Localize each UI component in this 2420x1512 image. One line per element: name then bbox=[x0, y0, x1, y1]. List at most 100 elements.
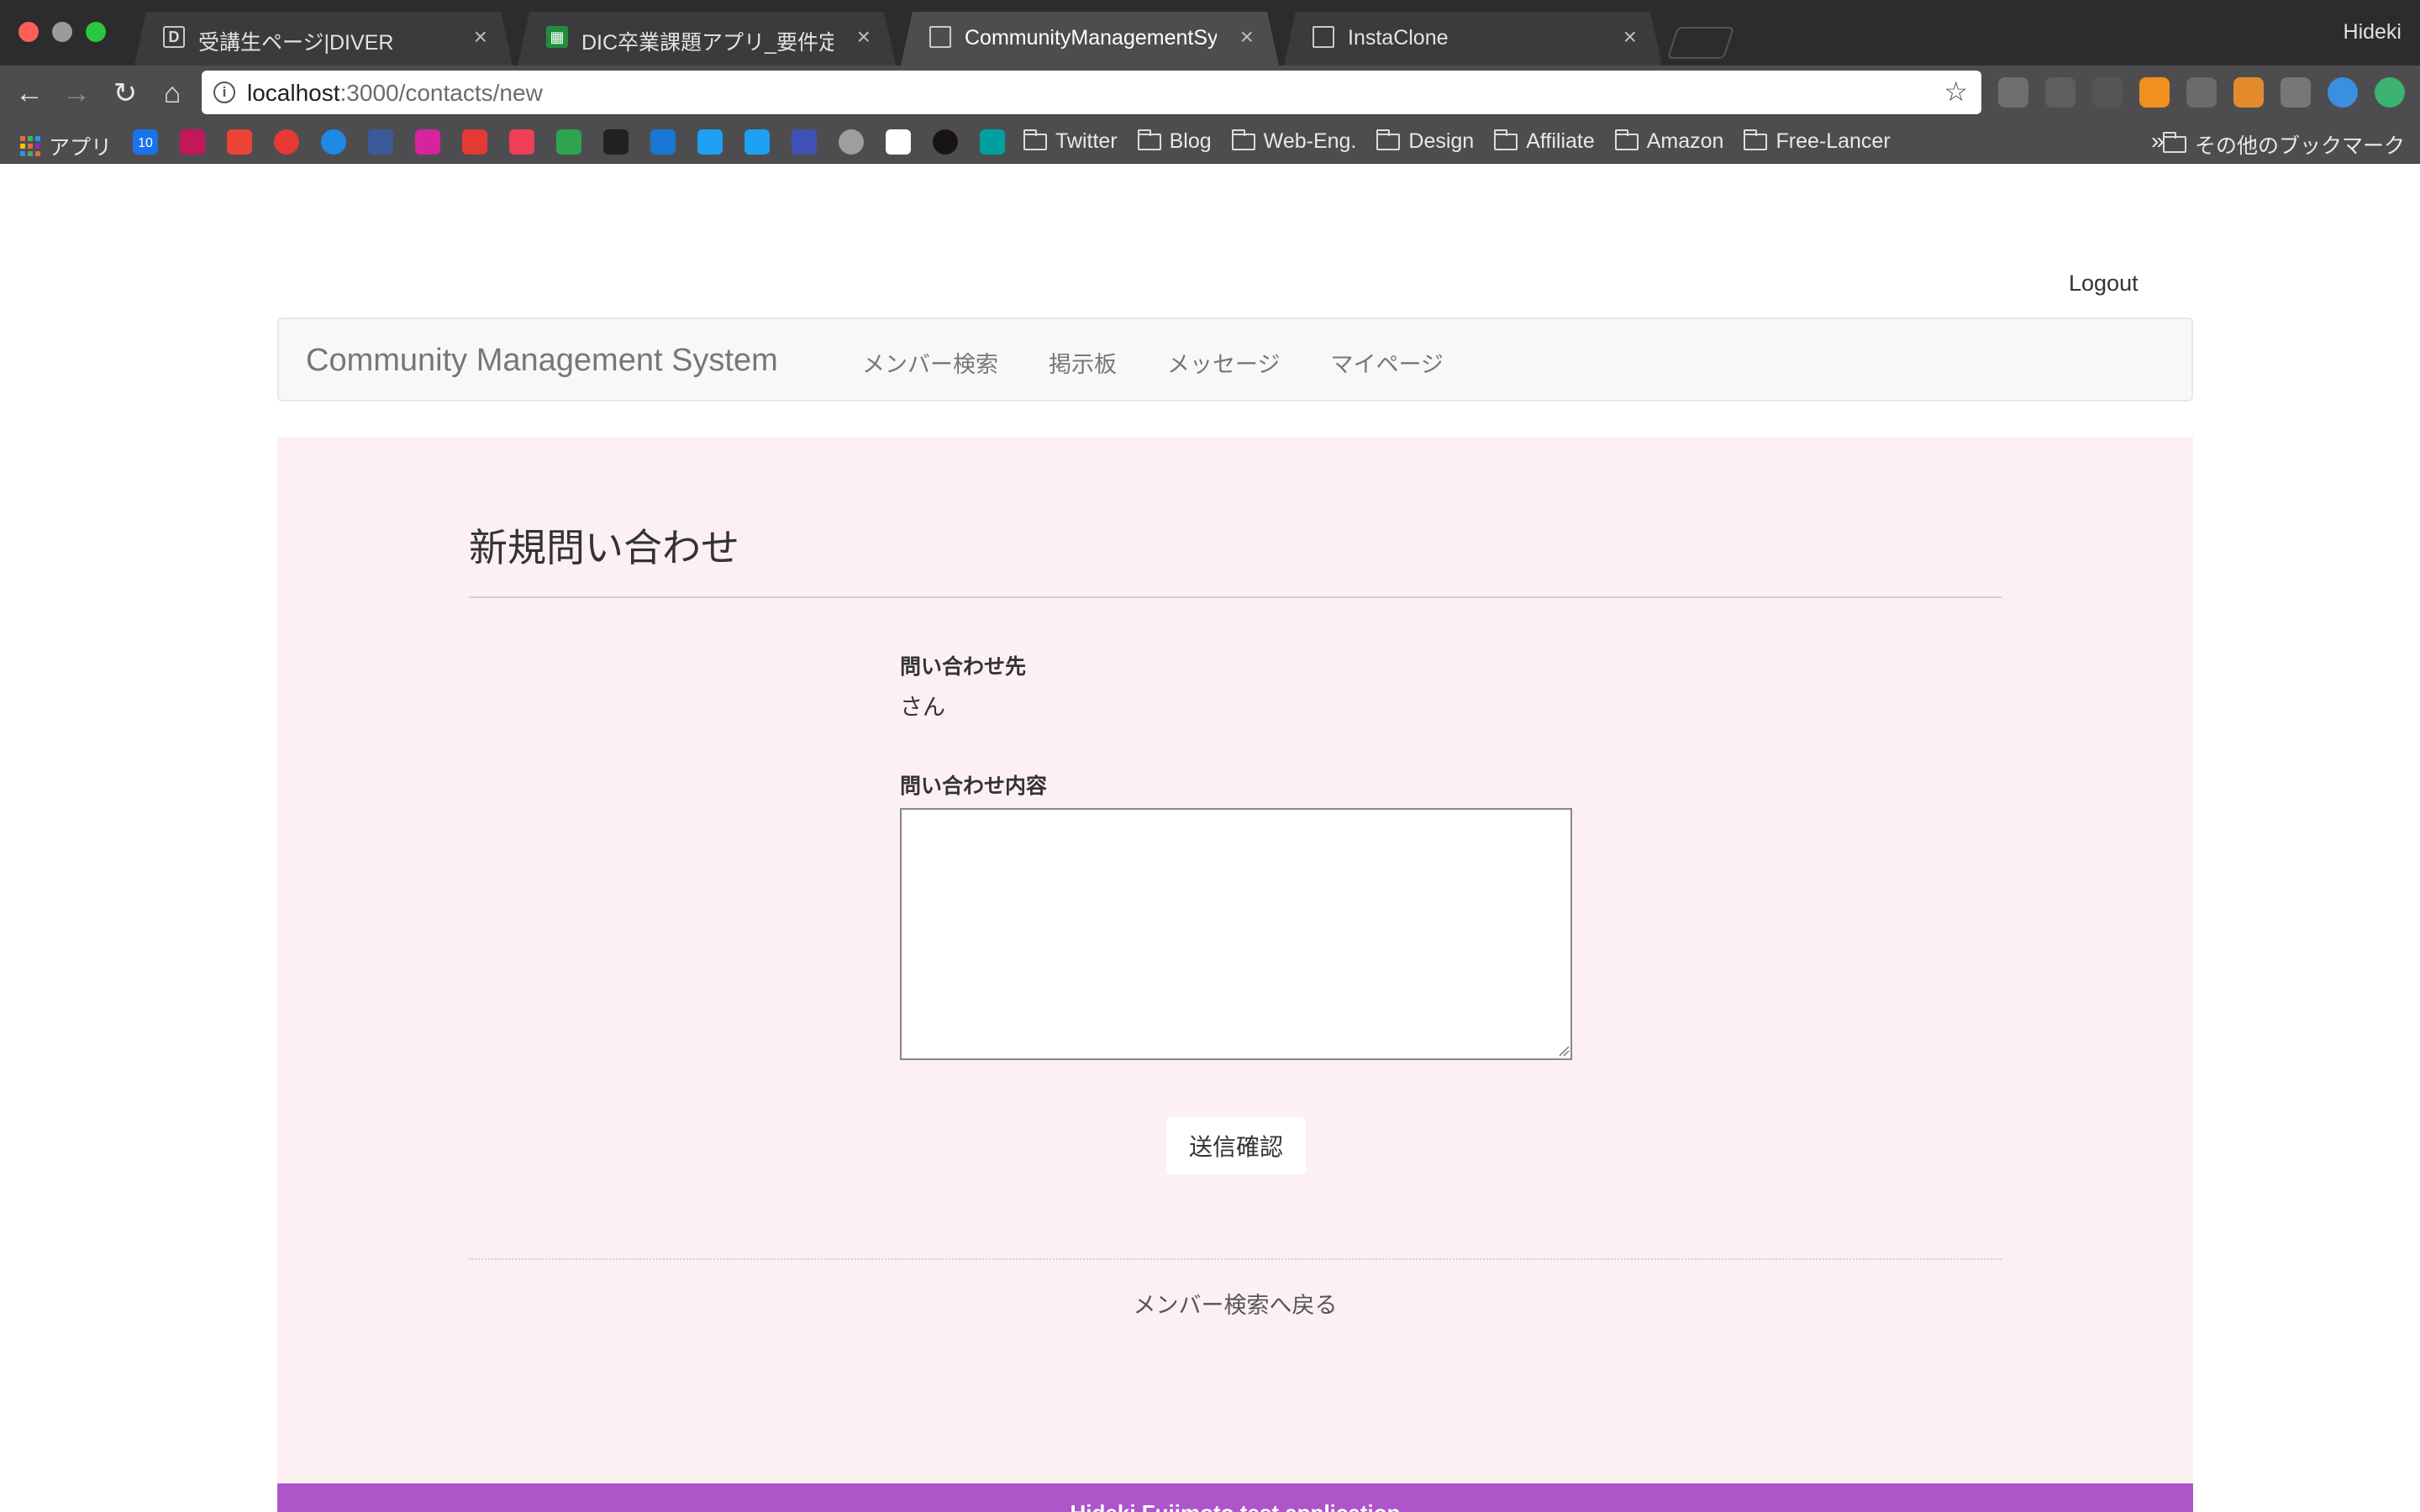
facebook-bookmark-icon[interactable] bbox=[368, 129, 393, 155]
recipient-label: 問い合わせ先 bbox=[900, 655, 1027, 679]
window-maximize-button[interactable] bbox=[86, 22, 106, 42]
logout-link[interactable]: Logout bbox=[2069, 270, 2139, 297]
pocket-extension-icon[interactable] bbox=[1998, 77, 2028, 108]
tab-close-icon[interactable]: × bbox=[474, 24, 487, 50]
other-bookmarks-folder[interactable]: その他のブックマーク bbox=[2162, 129, 2405, 160]
bookmark-folder[interactable]: Blog bbox=[1137, 129, 1212, 154]
footer-text: Hideki Fujimoto test application bbox=[1071, 1500, 1401, 1512]
c-bookmark-icon[interactable] bbox=[886, 129, 911, 155]
l-bookmark-icon[interactable] bbox=[603, 129, 629, 155]
w-bookmark-icon[interactable] bbox=[980, 129, 1005, 155]
bookmark-folder[interactable]: Amazon bbox=[1614, 129, 1723, 154]
site-footer: Hideki Fujimoto test application bbox=[277, 1483, 2193, 1512]
rss-extension-icon[interactable] bbox=[2139, 77, 2170, 108]
link-extension-icon[interactable] bbox=[2045, 77, 2075, 108]
content-label: 問い合わせ内容 bbox=[900, 774, 1048, 798]
url-text[interactable]: localhost:3000/contacts/new bbox=[247, 80, 543, 107]
gmail-bookmark-icon[interactable] bbox=[227, 129, 252, 155]
cw-bookmark-icon[interactable] bbox=[650, 129, 676, 155]
folder-icon bbox=[1494, 129, 1518, 150]
bookmark-icon[interactable] bbox=[180, 129, 205, 155]
page-favicon-icon bbox=[929, 26, 951, 48]
feedly-bookmark-icon[interactable] bbox=[556, 129, 581, 155]
site-nav-links: メンバー検索 掲示板 メッセージ マイページ bbox=[862, 346, 1444, 379]
site-brand[interactable]: Community Management System bbox=[306, 343, 778, 379]
browser-toolbar: ← → ↻ ⌂ i localhost:3000/contacts/new ☆ bbox=[0, 66, 2420, 121]
window-close-button[interactable] bbox=[18, 22, 39, 42]
folder-icon bbox=[1137, 129, 1161, 150]
main-panel: 新規問い合わせ 問い合わせ先 さん 問い合わせ内容 送信確認 メンバー検索へ戻る bbox=[277, 437, 2193, 1512]
bookmark-icon[interactable] bbox=[792, 129, 817, 155]
folder-icon bbox=[1231, 129, 1255, 150]
bookmark-folder[interactable]: Free-Lancer bbox=[1744, 129, 1891, 154]
new-tab-button[interactable] bbox=[1666, 27, 1735, 59]
cloud-extension-icon[interactable] bbox=[2092, 77, 2123, 108]
bookmark-apps[interactable]: アプリ bbox=[20, 131, 112, 161]
bookmark-folder[interactable]: Twitter bbox=[1023, 129, 1118, 154]
browser-tab-sheets[interactable]: ▦ DIC卒業課題アプリ_要件定義 - Go × bbox=[518, 12, 896, 66]
nav-bulletin-board[interactable]: 掲示板 bbox=[1049, 346, 1117, 379]
bookmark-folder[interactable]: Web-Eng. bbox=[1231, 129, 1356, 154]
nav-messages[interactable]: メッセージ bbox=[1167, 346, 1280, 379]
browser-tab-community[interactable]: CommunityManagementSystem × bbox=[901, 12, 1279, 66]
diver-favicon-icon: D bbox=[163, 26, 185, 48]
folder-icon bbox=[2162, 132, 2186, 153]
tab-close-icon[interactable]: × bbox=[857, 24, 871, 50]
instagram-bookmark-icon[interactable] bbox=[415, 129, 440, 155]
bookmark-star-icon[interactable]: ☆ bbox=[1944, 76, 1968, 108]
submit-confirm-button[interactable]: 送信確認 bbox=[1166, 1117, 1306, 1174]
bookmark-icon[interactable] bbox=[274, 129, 299, 155]
folder-icon bbox=[1023, 129, 1047, 150]
site-info-icon[interactable]: i bbox=[213, 81, 235, 103]
forward-arrow-icon[interactable]: → bbox=[55, 72, 97, 114]
browser-tab-instaclone[interactable]: InstaClone × bbox=[1284, 12, 1662, 66]
back-arrow-icon[interactable]: ← bbox=[8, 72, 50, 114]
bookmark-icon[interactable] bbox=[462, 129, 487, 155]
tool-extension-icon[interactable] bbox=[2233, 77, 2264, 108]
content-textarea[interactable] bbox=[900, 808, 1572, 1060]
folder-icon bbox=[1376, 129, 1401, 150]
reload-icon[interactable]: ↻ bbox=[104, 72, 146, 114]
sheets-favicon-icon: ▦ bbox=[546, 26, 568, 48]
title-divider bbox=[469, 596, 2002, 598]
home-icon[interactable]: ⌂ bbox=[151, 72, 193, 114]
apps-label: アプリ bbox=[49, 136, 113, 160]
grid-extension-icon[interactable] bbox=[2186, 77, 2217, 108]
bookmark-folders: Twitter Blog Web-Eng. Design Affiliate A… bbox=[1023, 129, 1891, 154]
tab-title: CommunityManagementSystem bbox=[965, 26, 1217, 50]
address-bar[interactable]: i localhost:3000/contacts/new ☆ bbox=[202, 71, 1981, 114]
browser-tab-diver[interactable]: D 受講生ページ|DIVER × bbox=[134, 12, 513, 66]
resize-grip-icon[interactable] bbox=[1558, 1045, 1570, 1057]
tab-title: InstaClone bbox=[1348, 26, 1449, 50]
nav-my-page[interactable]: マイページ bbox=[1330, 346, 1443, 379]
notes-extension-icon[interactable] bbox=[2281, 77, 2311, 108]
bookmark-icon[interactable] bbox=[839, 129, 864, 155]
twitter-bookmark-icon[interactable] bbox=[697, 129, 723, 155]
tab-close-icon[interactable]: × bbox=[1623, 24, 1637, 50]
folder-icon bbox=[1614, 129, 1639, 150]
tweetdeck-bookmark-icon[interactable] bbox=[744, 129, 770, 155]
page-favicon-icon bbox=[1313, 26, 1334, 48]
profile-name[interactable]: Hideki bbox=[2344, 20, 2402, 45]
back-to-member-search-link[interactable]: メンバー検索へ戻る bbox=[277, 1287, 2193, 1320]
window-minimize-button[interactable] bbox=[52, 22, 72, 42]
nav-member-search[interactable]: メンバー検索 bbox=[862, 346, 998, 379]
calendar-bookmark-icon[interactable]: 10 bbox=[133, 129, 158, 155]
bookmark-folder[interactable]: Affiliate bbox=[1494, 129, 1595, 154]
site-navbar: Community Management System メンバー検索 掲示板 メ… bbox=[277, 318, 2193, 402]
tab-close-icon[interactable]: × bbox=[1240, 24, 1254, 50]
apps-grid-icon bbox=[20, 136, 40, 156]
upload-extension-icon[interactable] bbox=[2375, 77, 2405, 108]
bottom-divider bbox=[469, 1258, 2002, 1260]
spotify-bookmark-icon[interactable] bbox=[933, 129, 958, 155]
tab-title: DIC卒業課題アプリ_要件定義 - Go bbox=[581, 31, 834, 55]
folder-icon bbox=[1744, 129, 1768, 150]
page-title: 新規問い合わせ bbox=[469, 526, 739, 570]
bookmarks-bar: アプリ 10 Twitter Blog Web-Eng. Design Affi… bbox=[0, 121, 2420, 164]
messenger-bookmark-icon[interactable] bbox=[321, 129, 346, 155]
recipient-value: さん bbox=[900, 695, 945, 720]
pocket-bookmark-icon[interactable] bbox=[509, 129, 534, 155]
bookmark-icon-list: 10 bbox=[133, 129, 1005, 155]
check-extension-icon[interactable] bbox=[2328, 77, 2358, 108]
bookmark-folder[interactable]: Design bbox=[1376, 129, 1474, 154]
